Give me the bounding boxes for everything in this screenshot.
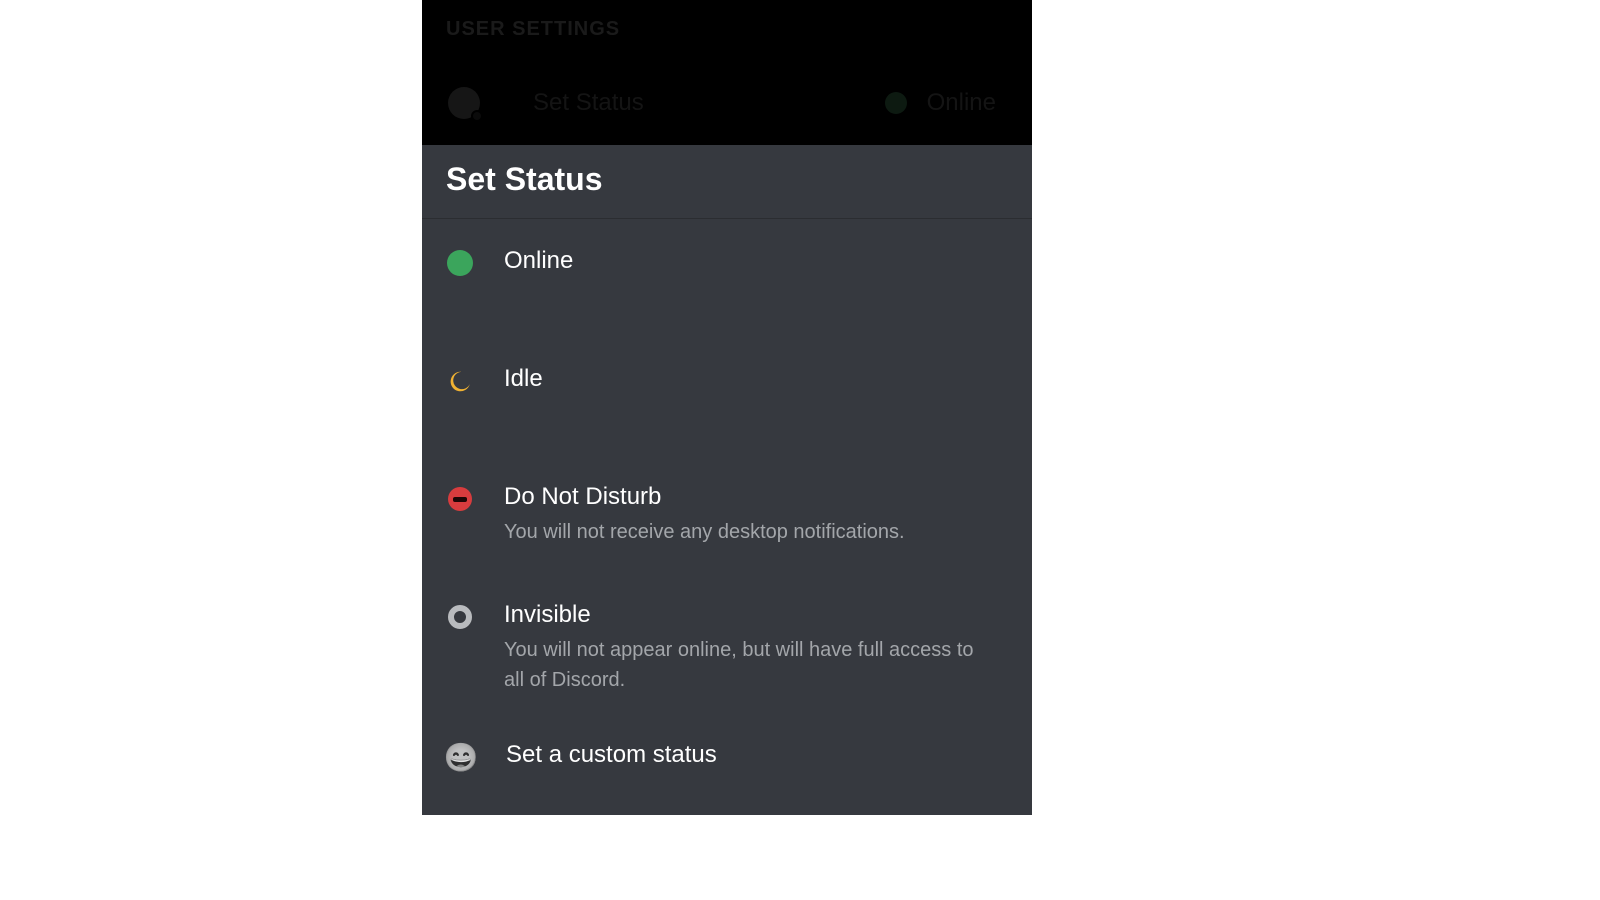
status-option-desc: You will not appear online, but will hav… (504, 635, 984, 695)
header-dimmed-backdrop: USER SETTINGS Set Status Online (422, 0, 1032, 145)
status-option-online[interactable]: Online (446, 247, 1008, 287)
status-option-label: Online (504, 247, 573, 275)
status-option-custom[interactable]: 😄 Set a custom status (446, 741, 1008, 783)
status-option-dnd[interactable]: Do Not Disturb You will not receive any … (446, 483, 1008, 557)
invisible-ring-icon (446, 603, 474, 631)
sheet-title: Set Status (446, 161, 1008, 198)
settings-panel: USER SETTINGS Set Status Online Set Stat… (422, 0, 1032, 815)
status-option-desc: You will not receive any desktop notific… (504, 517, 905, 547)
status-option-label: Idle (504, 365, 543, 393)
dnd-icon (446, 485, 474, 513)
header-row-label: Set Status (533, 89, 644, 117)
emoji-smile-icon: 😄 (446, 743, 476, 773)
header-current-status-label: Online (927, 89, 996, 117)
online-dot-icon (885, 92, 907, 114)
status-option-label: Set a custom status (506, 741, 717, 769)
header-set-status-row[interactable]: Set Status Online (446, 87, 1008, 119)
status-option-label: Invisible (504, 601, 984, 629)
header-current-status: Online (885, 89, 1008, 117)
status-options-list: Online Idle Do Not Disturb You will not … (422, 219, 1032, 783)
status-option-idle[interactable]: Idle (446, 365, 1008, 405)
sheet-title-wrap: Set Status (422, 145, 1032, 219)
online-dot-icon (446, 249, 474, 277)
header-section-label: USER SETTINGS (446, 18, 1008, 41)
user-avatar-icon (448, 87, 480, 119)
set-status-sheet: Set Status Online Idle (422, 145, 1032, 815)
status-option-invisible[interactable]: Invisible You will not appear online, bu… (446, 601, 1008, 705)
avatar-status-badge-icon (471, 110, 483, 122)
idle-moon-icon (446, 367, 474, 395)
status-option-label: Do Not Disturb (504, 483, 905, 511)
